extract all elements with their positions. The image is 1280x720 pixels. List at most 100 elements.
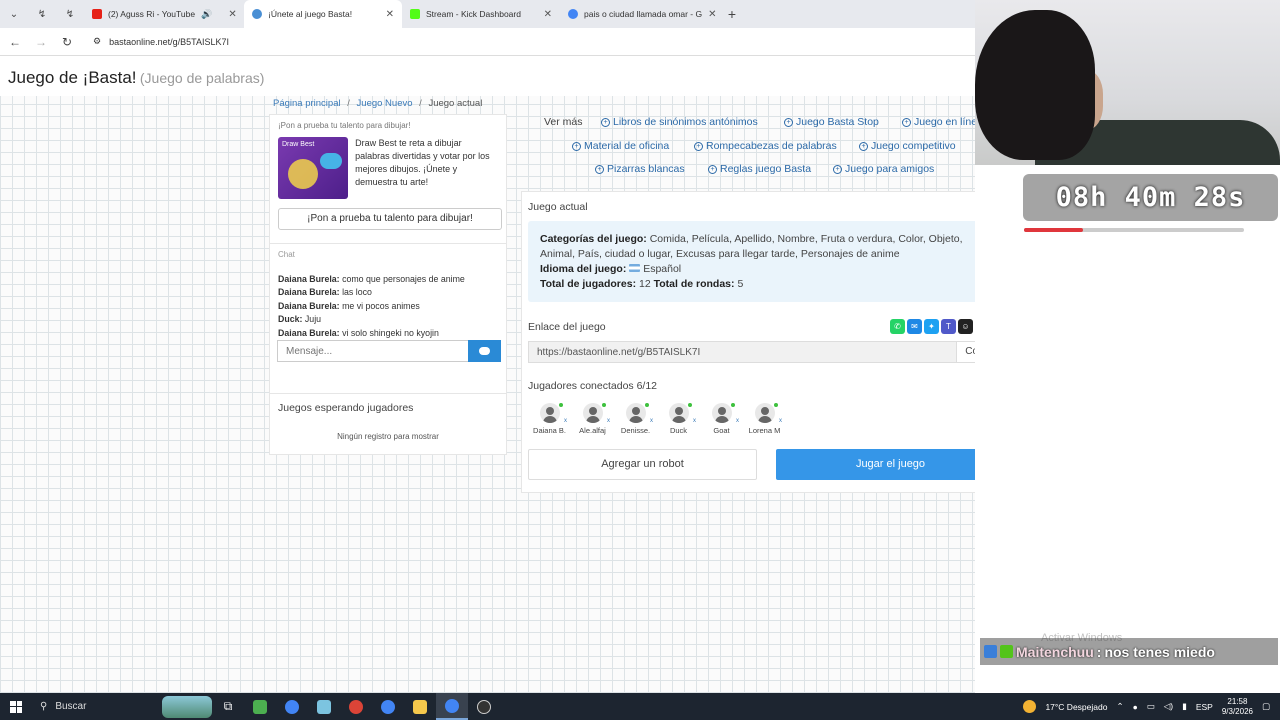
close-tab-icon[interactable]: ✕ (228, 9, 236, 20)
link-label[interactable]: Pizarras blancas (607, 163, 685, 175)
tab-youtube[interactable]: (2) Aguss Ri - YouTube 🔊 ✕ (84, 0, 244, 28)
overlay-chat-message: nos tenes miedo (1104, 643, 1215, 660)
player-item[interactable]: x Ale.alfaj (571, 403, 614, 439)
taskbar-app-chrome-2[interactable] (340, 693, 372, 720)
link-pizarras[interactable]: + Pizarras blancas (595, 163, 685, 175)
task-view-icon: ⧉ (223, 699, 233, 713)
game-language: Idioma del juego: Español (540, 262, 975, 277)
battery-icon[interactable]: ▮ (1182, 701, 1187, 712)
link-juego-en-linea[interactable]: +Juego en línea (902, 116, 975, 128)
taskbar-app-chrome-active[interactable] (436, 693, 468, 720)
ad-image[interactable]: Draw Best (278, 137, 349, 199)
url-text[interactable]: bastaonline.net/g/B5TAISLK7I (109, 37, 229, 47)
kick-player-icon[interactable]: x (736, 418, 739, 424)
copy-link-button[interactable]: Copiar (956, 341, 975, 363)
url-field[interactable]: ⚙ bastaonline.net/g/B5TAISLK7I (93, 36, 229, 47)
link-rompecabezas[interactable]: + Rompecabezas de palabras (694, 140, 837, 152)
messenger-icon[interactable]: ✉ (907, 319, 922, 334)
notifications-icon[interactable]: ▢ (1262, 701, 1270, 712)
player-item[interactable]: x Denisse. (614, 403, 657, 439)
chat-user: Daiana Burela: (278, 300, 340, 311)
user-avatar-icon (625, 403, 646, 423)
taskbar-app-1[interactable] (244, 693, 276, 720)
taskbar-app-chrome-1[interactable] (276, 693, 308, 720)
tab-kick[interactable]: Stream - Kick Dashboard ✕ (402, 0, 560, 28)
kick-badge-icon (1000, 645, 1013, 658)
microphone-icon[interactable]: ● (1133, 702, 1138, 712)
kick-player-icon[interactable]: x (564, 418, 567, 424)
pinned-tab-2[interactable]: ↯ (56, 0, 84, 28)
pinned-tab-1[interactable]: ↯ (28, 0, 56, 28)
game-link-input[interactable] (528, 341, 956, 363)
link-label[interactable]: Material de oficina (584, 140, 669, 152)
link-juego-amigos[interactable]: + Juego para amigos (833, 163, 934, 175)
start-button[interactable] (0, 693, 32, 720)
link-label[interactable]: Juego para amigos (845, 163, 934, 175)
volume-icon[interactable]: ◁) (1164, 701, 1173, 712)
kick-player-icon[interactable]: x (779, 418, 782, 424)
players-value: 12 (639, 278, 651, 290)
link-label[interactable]: Juego en línea (914, 116, 975, 128)
link-basta-stop[interactable]: + Juego Basta Stop (784, 116, 879, 128)
taskbar-app-3[interactable] (308, 693, 340, 720)
task-view-button[interactable]: ⧉ (212, 693, 244, 720)
connected-players-label: Jugadores conectados 6/12 (528, 380, 658, 392)
teams-icon[interactable]: T (941, 319, 956, 334)
snapchat-icon[interactable]: ☺ (958, 319, 973, 334)
tab-basta[interactable]: ¡Únete al juego Basta! ✕ (244, 0, 402, 28)
link-label[interactable]: Reglas juego Basta (720, 163, 811, 175)
user-avatar-icon (754, 403, 775, 423)
player-item[interactable]: x Daiana B. (528, 403, 571, 439)
clock-date: 9/3/2026 (1221, 706, 1253, 716)
taskbar-app-obs[interactable] (468, 693, 500, 720)
link-label[interactable]: Rompecabezas de palabras (706, 140, 837, 152)
site-info-icon[interactable]: ⚙ (93, 36, 101, 47)
add-robot-button[interactable]: Agregar un robot (528, 449, 757, 480)
link-label[interactable]: Juego Basta Stop (796, 116, 879, 128)
send-message-button[interactable] (468, 340, 501, 362)
network-icon[interactable]: ▭ (1147, 701, 1155, 712)
language-indicator[interactable]: ESP (1196, 702, 1213, 712)
close-tab-icon[interactable]: ✕ (544, 9, 552, 20)
breadcrumb-home[interactable]: Página principal (273, 98, 341, 109)
speaker-icon[interactable]: 🔊 (201, 9, 212, 20)
play-game-button[interactable]: Jugar el juego (776, 449, 975, 480)
taskbar-clock[interactable]: 21:58 9/3/2026 (1222, 697, 1253, 717)
chrome-icon (285, 699, 299, 714)
clock-time: 21:58 (1227, 696, 1248, 706)
taskbar-app-explorer[interactable] (404, 693, 436, 720)
link-label[interactable]: Juego competitivo (871, 140, 956, 152)
kick-player-icon[interactable]: x (693, 418, 696, 424)
twitter-icon[interactable]: ✦ (924, 319, 939, 334)
user-avatar-icon (582, 403, 603, 423)
link-reglas[interactable]: + Reglas juego Basta (708, 163, 811, 175)
weather-text[interactable]: 17°C Despejado (1045, 702, 1107, 712)
tab-google[interactable]: pais o ciudad llamada omar - G ✕ (560, 0, 718, 28)
link-juego-competitivo[interactable]: + Juego competitivo (859, 140, 956, 152)
breadcrumb-new-game[interactable]: Juego Nuevo (357, 98, 413, 109)
tab-search-button[interactable]: ⌄ (0, 0, 28, 28)
close-tab-icon[interactable]: ✕ (708, 9, 716, 20)
reload-icon[interactable]: ↻ (61, 35, 73, 49)
player-item[interactable]: x Duck (657, 403, 700, 439)
forward-icon[interactable]: → (35, 35, 47, 49)
new-tab-button[interactable]: + (718, 6, 746, 22)
plus-circle-icon: + (708, 165, 717, 174)
taskbar-app-chrome-3[interactable] (372, 693, 404, 720)
taskbar-search[interactable]: ⚲ Buscar (32, 693, 212, 720)
tray-overflow-icon[interactable]: ⌃ (1116, 701, 1123, 712)
player-name: Lorena M (748, 426, 781, 435)
close-tab-icon[interactable]: ✕ (386, 9, 394, 20)
categories-label: Categorías del juego: (540, 233, 647, 245)
kick-player-icon[interactable]: x (607, 418, 610, 424)
link-label[interactable]: Libros de sinónimos antónimos (613, 116, 758, 128)
link-libros[interactable]: + Libros de sinónimos antónimos (601, 116, 758, 128)
kick-player-icon[interactable]: x (650, 418, 653, 424)
player-item[interactable]: x Lorena M (743, 403, 786, 439)
ad-cta-button[interactable]: ¡Pon a prueba tu talento para dibujar! (278, 208, 502, 230)
back-icon[interactable]: ← (9, 35, 21, 49)
whatsapp-icon[interactable]: ✆ (890, 319, 905, 334)
player-item[interactable]: x Goat (700, 403, 743, 439)
link-material-oficina[interactable]: + Material de oficina (572, 140, 669, 152)
chat-message-input[interactable] (277, 340, 468, 362)
